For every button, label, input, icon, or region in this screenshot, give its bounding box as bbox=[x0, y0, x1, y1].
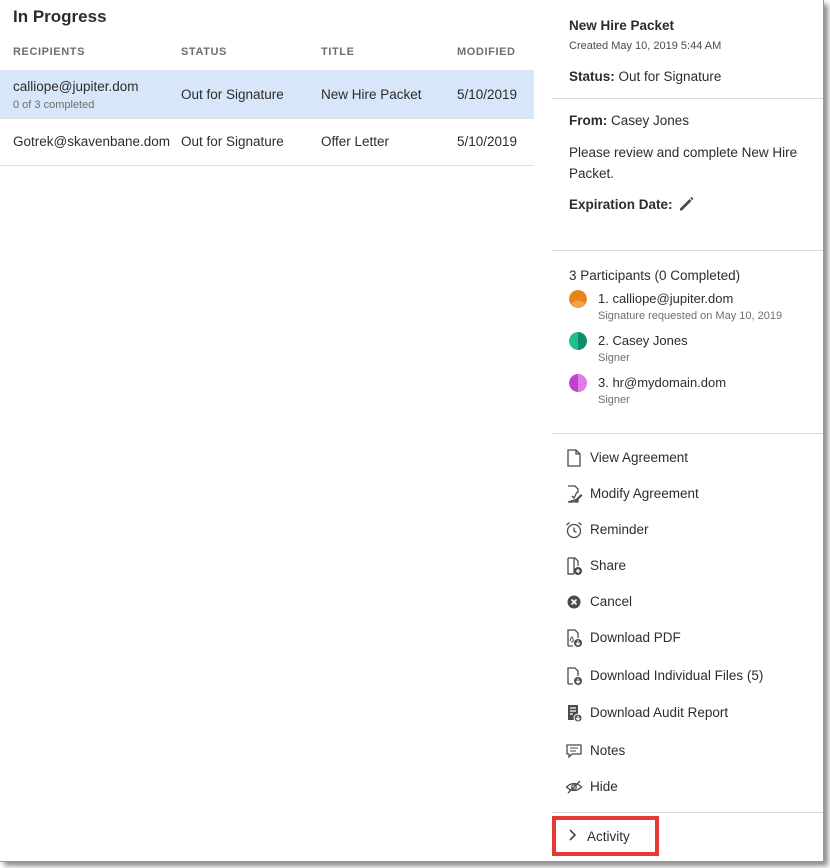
download-pdf-icon bbox=[564, 628, 584, 648]
notes-button[interactable]: Notes bbox=[564, 739, 814, 763]
row-title: Offer Letter bbox=[321, 134, 390, 149]
row-recipient: calliope@jupiter.dom bbox=[13, 79, 139, 94]
avatar bbox=[569, 332, 587, 350]
table-row[interactable]: calliope@jupiter.dom 0 of 3 completed Ou… bbox=[0, 70, 534, 119]
participant-role: Signature requested on May 10, 2019 bbox=[598, 310, 783, 322]
avatar bbox=[569, 374, 587, 392]
divider bbox=[552, 98, 823, 99]
activity-toggle[interactable]: Activity bbox=[552, 816, 659, 856]
status-label: Status: bbox=[569, 69, 615, 84]
row-modified: 5/10/2019 bbox=[457, 87, 518, 102]
download-pdf-button[interactable]: Download PDF bbox=[564, 626, 814, 650]
column-header-status[interactable]: STATUS bbox=[181, 46, 227, 58]
view-agreement-button[interactable]: View Agreement bbox=[564, 446, 814, 470]
divider bbox=[552, 433, 823, 434]
participant-name: 1. calliope@jupiter.dom bbox=[598, 291, 734, 306]
agreement-message: Please review and complete New Hire Pack… bbox=[569, 145, 798, 181]
participant-role: Signer bbox=[598, 394, 630, 406]
participant-name: 3. hr@mydomain.dom bbox=[598, 375, 727, 390]
expiration-line: Expiration Date: bbox=[569, 197, 673, 212]
activity-label: Activity bbox=[587, 829, 630, 844]
pencil-icon[interactable] bbox=[677, 195, 695, 213]
participant-name: 2. Casey Jones bbox=[598, 333, 688, 348]
participants-heading: 3 Participants (0 Completed) bbox=[569, 268, 741, 283]
participant-role: Signer bbox=[598, 352, 630, 364]
row-title: New Hire Packet bbox=[321, 87, 422, 102]
status-line: Status: Out for Signature bbox=[569, 69, 721, 84]
modify-agreement-button[interactable]: Modify Agreement bbox=[564, 482, 814, 506]
share-button[interactable]: Share bbox=[564, 554, 814, 578]
list-title: In Progress bbox=[13, 7, 107, 26]
column-header-modified[interactable]: MODIFIED bbox=[457, 46, 516, 58]
row-status: Out for Signature bbox=[181, 87, 284, 102]
agreement-title: New Hire Packet bbox=[569, 18, 675, 33]
expiration-label: Expiration Date: bbox=[569, 197, 673, 212]
hide-button[interactable]: Hide bbox=[564, 775, 814, 799]
status-value: Out for Signature bbox=[618, 69, 722, 84]
action-label: View Agreement bbox=[590, 450, 689, 465]
alarm-clock-icon bbox=[564, 520, 584, 540]
column-header-recipients[interactable]: RECIPIENTS bbox=[13, 46, 85, 58]
from-line: From: Casey Jones bbox=[569, 113, 689, 128]
chevron-right-icon bbox=[568, 828, 578, 845]
action-label: Download Audit Report bbox=[590, 705, 729, 720]
divider bbox=[552, 250, 823, 251]
reminder-button[interactable]: Reminder bbox=[564, 518, 814, 542]
action-label: Notes bbox=[590, 743, 626, 758]
divider bbox=[552, 812, 823, 813]
row-recipient: Gotrek@skavenbane.dom bbox=[13, 134, 171, 149]
column-header-title[interactable]: TITLE bbox=[321, 46, 355, 58]
from-value: Casey Jones bbox=[611, 113, 690, 128]
action-label: Modify Agreement bbox=[590, 486, 699, 501]
share-document-icon bbox=[564, 556, 584, 576]
table-row[interactable]: Gotrek@skavenbane.dom Out for Signature … bbox=[0, 118, 534, 166]
action-label: Cancel bbox=[590, 594, 633, 609]
app-window: In Progress RECIPIENTS STATUS TITLE MODI… bbox=[0, 0, 824, 862]
row-progress: 0 of 3 completed bbox=[13, 99, 95, 111]
download-audit-report-button[interactable]: Download Audit Report bbox=[564, 701, 814, 725]
cancel-circle-icon bbox=[564, 592, 584, 612]
audit-report-icon bbox=[564, 703, 584, 723]
document-icon bbox=[564, 448, 584, 468]
cancel-button[interactable]: Cancel bbox=[564, 590, 814, 614]
download-individual-files-button[interactable]: Download Individual Files (5) bbox=[564, 664, 814, 688]
action-label: Hide bbox=[590, 779, 618, 794]
download-files-icon bbox=[564, 666, 584, 686]
created-date: Created May 10, 2019 5:44 AM bbox=[569, 40, 722, 52]
action-label: Reminder bbox=[590, 522, 649, 537]
avatar bbox=[569, 290, 587, 308]
edit-document-icon bbox=[564, 484, 584, 504]
row-modified: 5/10/2019 bbox=[457, 134, 518, 149]
action-label: Share bbox=[590, 558, 627, 573]
notes-icon bbox=[564, 741, 584, 761]
action-label: Download Individual Files (5) bbox=[590, 668, 764, 683]
details-panel: New Hire Packet Created May 10, 2019 5:4… bbox=[552, 0, 823, 861]
action-label: Download PDF bbox=[590, 630, 681, 645]
hide-eye-icon bbox=[564, 777, 584, 797]
row-status: Out for Signature bbox=[181, 134, 284, 149]
from-label: From: bbox=[569, 113, 608, 128]
